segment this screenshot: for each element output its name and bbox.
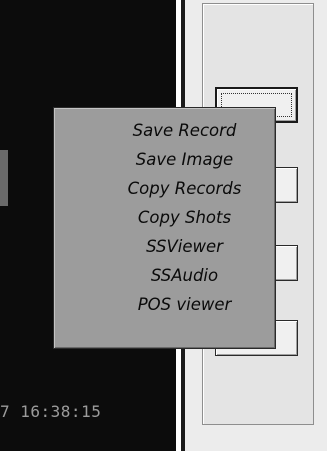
menu-item-ssaudio[interactable]: SSAudio — [94, 261, 275, 290]
timestamp-overlay: 7 16:38:15 — [0, 402, 102, 421]
menu-item-copy-records[interactable]: Copy Records — [94, 174, 275, 203]
context-menu: Save Record Save Image Copy Records Copy… — [53, 107, 276, 349]
viewer-side-tab[interactable] — [0, 150, 8, 206]
menu-item-copy-shots[interactable]: Copy Shots — [94, 203, 275, 232]
menu-item-save-record[interactable]: Save Record — [94, 116, 275, 145]
menu-item-pos-viewer[interactable]: POS viewer — [94, 290, 275, 319]
menu-item-ssviewer[interactable]: SSViewer — [94, 232, 275, 261]
menu-item-save-image[interactable]: Save Image — [94, 145, 275, 174]
